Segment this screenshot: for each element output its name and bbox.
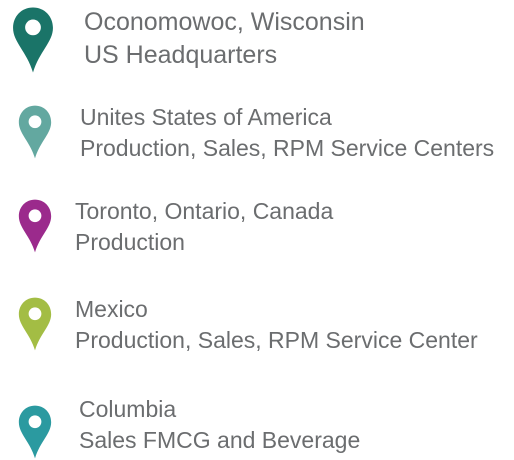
location-title: Mexico: [75, 296, 148, 322]
location-title: Unites States of America: [80, 104, 332, 130]
location-subtitle: Production, Sales, RPM Service Centers: [80, 135, 495, 161]
location-title: Oconomowoc, Wisconsin: [84, 8, 365, 36]
map-pin-icon: [12, 6, 54, 74]
location-text: Columbia Sales FMCG and Beverage: [79, 394, 360, 456]
location-item-mexico: Mexico Production, Sales, RPM Service Ce…: [0, 290, 514, 360]
location-subtitle: Sales FMCG and Beverage: [79, 427, 361, 453]
map-pin-icon: [18, 104, 52, 160]
location-text: Unites States of America Production, Sal…: [80, 102, 494, 164]
location-subtitle: Production: [75, 229, 185, 255]
location-item-usa: Unites States of America Production, Sal…: [0, 96, 514, 166]
location-item-columbia: Columbia Sales FMCG and Beverage: [0, 390, 514, 459]
location-title: Toronto, Ontario, Canada: [75, 198, 334, 224]
map-pin-icon: [18, 198, 52, 254]
location-title: Columbia: [79, 396, 177, 422]
location-text: Mexico Production, Sales, RPM Service Ce…: [75, 294, 478, 356]
map-pin-icon: [18, 404, 52, 460]
location-subtitle: Production, Sales, RPM Service Center: [75, 327, 478, 353]
location-text: Toronto, Ontario, Canada Production: [75, 196, 333, 258]
location-text: Oconomowoc, Wisconsin US Headquarters: [84, 6, 365, 72]
location-item-oconomowoc: Oconomowoc, Wisconsin US Headquarters: [0, 0, 514, 80]
map-pin-icon: [18, 296, 52, 352]
location-item-toronto: Toronto, Ontario, Canada Production: [0, 190, 514, 260]
location-subtitle: US Headquarters: [84, 41, 278, 69]
